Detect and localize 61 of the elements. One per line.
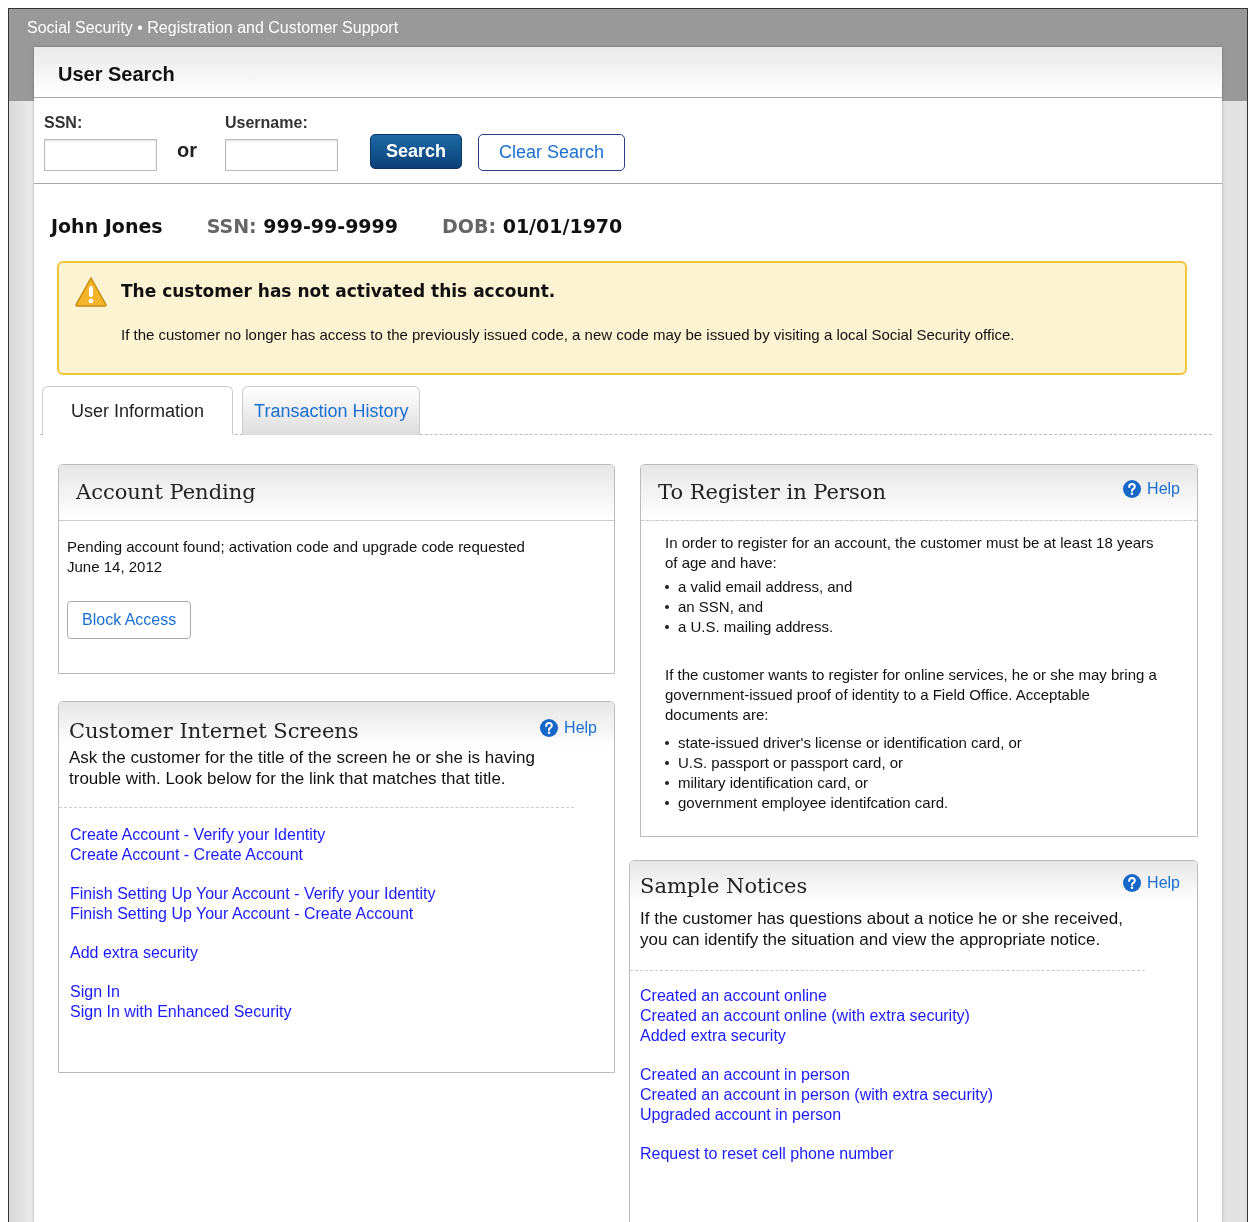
list-item: U.S. passport or passport card, or	[678, 753, 904, 773]
documents-text: If the customer wants to register for online services, he or she may bring a government-issued proof of identity to a Field Office. Acceptable documents are:	[665, 665, 1157, 725]
screen-link[interactable]: Finish Setting Up Your Account - Verify your Identity	[70, 884, 436, 904]
screen-link[interactable]: Create Account - Create Account	[70, 845, 303, 865]
notice-link[interactable]: Created an account online	[640, 986, 827, 1006]
panel-title: Sample Notices	[640, 872, 808, 900]
section-title: User Search	[58, 63, 175, 85]
tab[interactable]: Transaction History	[242, 385, 421, 435]
input-field[interactable]	[225, 139, 338, 171]
help-link[interactable]: Help	[1123, 870, 1180, 895]
input-field[interactable]	[44, 139, 157, 171]
list-item: an SSN, and	[678, 597, 764, 617]
intro-text: Ask the customer for the title of the screen he or she is having trouble with. Look below for the link that matches that title.	[59, 747, 574, 808]
bullet-icon	[665, 781, 669, 785]
list-item: a U.S. mailing address.	[678, 617, 834, 637]
panel-title: Account Pending	[76, 478, 256, 506]
list-item: military identification card, or	[678, 773, 869, 793]
bullet-icon	[665, 625, 669, 629]
list-item: state-issued driver's license or identification card, or	[678, 733, 1022, 753]
screen-link[interactable]: Add extra security	[70, 943, 199, 963]
screen-link[interactable]: Create Account - Verify your Identity	[70, 825, 326, 845]
intro-text: If the customer has questions about a notice he or she received, you can identify the situation and view the appropriate notice.	[630, 902, 1145, 971]
notice-link[interactable]: Created an account in person	[640, 1065, 850, 1085]
block-access-button[interactable]: Block Access	[67, 601, 192, 639]
panel-title: Customer Internet Screens	[69, 717, 359, 745]
panel-title: To Register in Person	[658, 478, 886, 506]
bullet-icon	[665, 741, 669, 745]
field-label: SSN:	[44, 113, 84, 133]
alert-title: The customer has not activated this account.	[121, 279, 557, 303]
help-link[interactable]: Help	[540, 715, 597, 740]
clear-search-button[interactable]: Clear Search	[478, 134, 626, 171]
notice-link[interactable]: Upgraded account in person	[640, 1105, 842, 1125]
or-label: or	[177, 138, 197, 163]
screen-link[interactable]: Sign In	[70, 982, 120, 1002]
intro-text: In order to register for an account, the customer must be at least 18 years of age and have:	[665, 533, 1155, 573]
app-title: Social Security • Registration and Customer Support	[27, 19, 399, 36]
dob-info: DOB: 01/01/1970	[442, 214, 623, 239]
help-icon	[1123, 873, 1142, 892]
screen-link[interactable]: Sign In with Enhanced Security	[70, 1002, 292, 1022]
warning-icon	[75, 276, 107, 307]
alert-message: If the customer no longer has access to the previously issued code, a new code may be issued by visiting a local Social Security office.	[121, 325, 1015, 345]
pending-message: Pending account found; activation code and upgrade code requested June 14, 2012	[67, 537, 526, 577]
bullet-icon	[665, 585, 669, 589]
help-icon	[540, 718, 559, 737]
notice-link[interactable]: Created an account in person (with extra security)	[640, 1085, 994, 1105]
ssn-info: SSN: 999-99-9999	[206, 214, 399, 239]
tab[interactable]: User Information	[42, 385, 234, 435]
list-item: government employee identifcation card.	[678, 793, 949, 813]
bullet-icon	[665, 761, 669, 765]
bullet-icon	[665, 605, 669, 609]
search-button[interactable]: Search	[370, 134, 463, 169]
notice-link[interactable]: Request to reset cell phone number	[640, 1144, 894, 1164]
help-link[interactable]: Help	[1123, 476, 1180, 501]
list-item: a valid email address, and	[678, 577, 853, 597]
help-icon	[1123, 479, 1142, 498]
field-label: Username:	[225, 113, 309, 133]
notice-link[interactable]: Added extra security	[640, 1026, 786, 1046]
notice-link[interactable]: Created an account online (with extra security)	[640, 1006, 970, 1026]
screen-link[interactable]: Finish Setting Up Your Account - Create Account	[70, 904, 414, 924]
customer-name: John Jones	[51, 214, 163, 239]
bullet-icon	[665, 801, 669, 805]
